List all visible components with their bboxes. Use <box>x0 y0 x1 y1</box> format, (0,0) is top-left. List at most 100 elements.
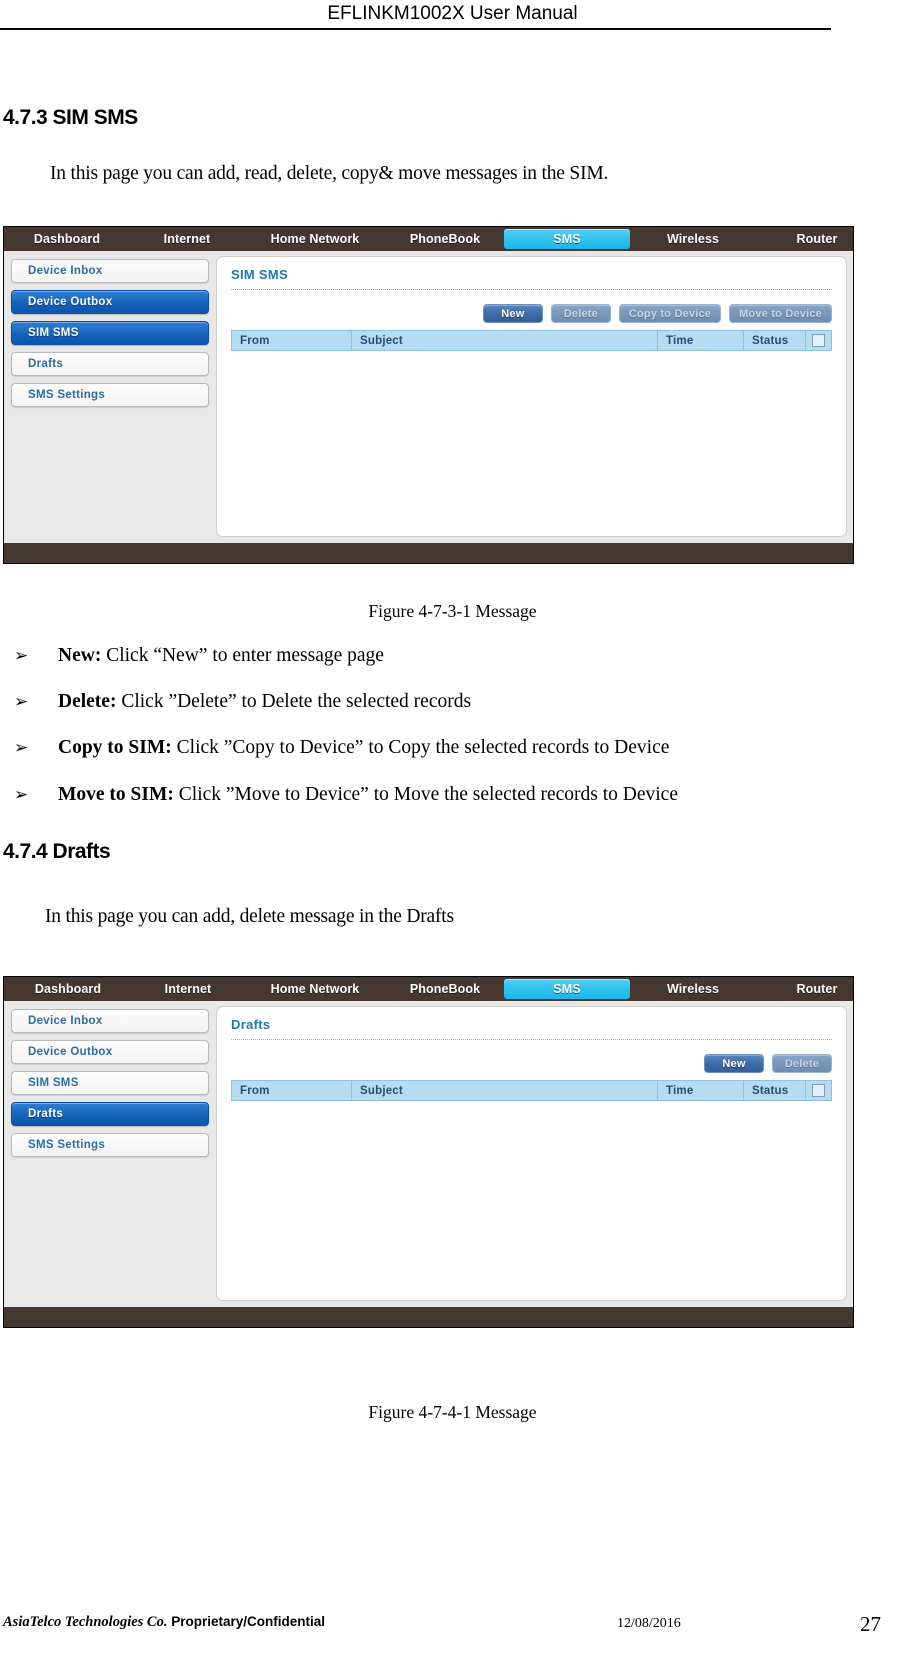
nav-tab-wireless-2[interactable]: Wireless <box>630 977 756 1001</box>
nav-tab-label: PhoneBook <box>409 982 481 996</box>
sidebar-item-device-outbox-1[interactable]: Device Outbox <box>11 290 209 314</box>
footer-company: AsiaTelco Technologies Co. Proprietary/C… <box>3 1614 325 1631</box>
router-body-2: Device Inbox Device Outbox SIM SMS Draft… <box>4 1001 853 1307</box>
nav-tab-label: Router <box>796 982 838 996</box>
button-label: Copy to Device <box>628 307 712 320</box>
footer-company-name: AsiaTelco Technologies Co. <box>3 1614 168 1630</box>
sidebar-item-device-inbox-1[interactable]: Device Inbox <box>11 259 209 283</box>
sidebar-item-sim-sms-1[interactable]: SIM SMS <box>11 321 209 345</box>
nav-tab-router-2[interactable]: Router <box>756 977 853 1001</box>
move-to-device-button-1[interactable]: Move to Device <box>729 304 832 323</box>
nav-tab-home-network-2[interactable]: Home Network <box>244 977 386 1001</box>
panel-title-2: Drafts <box>231 1017 271 1032</box>
sidebar-item-sms-settings-1[interactable]: SMS Settings <box>11 383 209 407</box>
nav-tab-router-1[interactable]: Router <box>756 227 853 251</box>
page-header: EFLINKM1002X User Manual <box>0 0 905 32</box>
column-header-subject-2[interactable]: Subject <box>351 1080 658 1101</box>
button-label: Move to Device <box>739 307 822 320</box>
nav-tab-sms-1[interactable]: SMS <box>504 229 630 249</box>
column-header-select-all-2[interactable] <box>805 1080 832 1101</box>
nav-tab-label: Home Network <box>270 982 360 996</box>
column-header-subject-1[interactable]: Subject <box>351 330 658 351</box>
copy-to-device-button-1[interactable]: Copy to Device <box>618 304 722 323</box>
column-header-time-2[interactable]: Time <box>657 1080 744 1101</box>
column-header-from-1[interactable]: From <box>231 330 352 351</box>
sidebar-item-device-inbox-2[interactable]: Device Inbox <box>11 1009 209 1033</box>
section-intro-473: In this page you can add, read, delete, … <box>50 163 609 184</box>
bullet-text-move-to-sim: Click ”Move to Device” to Move the selec… <box>173 784 678 805</box>
nav-tab-wireless-1[interactable]: Wireless <box>630 227 756 251</box>
sms-content-panel-2: Drafts New Delete From Subject Time Stat… <box>216 1006 847 1301</box>
bullet-arrow-icon: ➢ <box>14 785 29 804</box>
column-header-time-1[interactable]: Time <box>657 330 744 351</box>
screenshot-drafts: Dashboard Internet Home Network PhoneBoo… <box>3 976 854 1328</box>
table-header-row-1: From Subject Time Status <box>231 330 832 351</box>
sidebar-item-label: Device Outbox <box>28 1046 113 1058</box>
figure-caption-474: Figure 4-7-4-1 Message <box>368 1402 537 1422</box>
nav-tab-label: Wireless <box>666 232 720 246</box>
sms-sidebar-2: Device Inbox Device Outbox SIM SMS Draft… <box>4 1001 216 1307</box>
nav-tab-sms-2[interactable]: SMS <box>504 979 630 999</box>
sidebar-item-sim-sms-2[interactable]: SIM SMS <box>11 1071 209 1095</box>
sidebar-item-label: SIM SMS <box>28 327 79 339</box>
sidebar-item-device-outbox-2[interactable]: Device Outbox <box>11 1040 209 1064</box>
nav-tab-internet-2[interactable]: Internet <box>132 977 244 1001</box>
nav-tab-phonebook-1[interactable]: PhoneBook <box>386 227 504 251</box>
button-label: Delete <box>563 307 598 320</box>
nav-tab-label: Dashboard <box>33 232 101 246</box>
delete-button-2[interactable]: Delete <box>772 1054 832 1073</box>
bullet-copy-to-sim: ➢ Copy to SIM: Click ”Copy to Device” to … <box>14 737 894 759</box>
sidebar-item-sms-settings-2[interactable]: SMS Settings <box>11 1133 209 1157</box>
bullet-new: ➢ New: Click “New” to enter message page <box>14 645 894 667</box>
nav-tab-home-network-1[interactable]: Home Network <box>244 227 386 251</box>
new-button-2[interactable]: New <box>704 1054 764 1073</box>
nav-tab-label: Internet <box>163 232 211 246</box>
nav-tab-label: SMS <box>553 232 581 246</box>
message-table-2: From Subject Time Status <box>231 1080 832 1101</box>
bullet-term-new: New: <box>58 645 102 666</box>
sidebar-item-label: Device Outbox <box>28 296 113 308</box>
button-label: Delete <box>784 1057 820 1070</box>
select-all-checkbox-icon-2[interactable] <box>812 1084 825 1097</box>
sidebar-item-label: Drafts <box>28 1108 64 1120</box>
footer-confidentiality: Proprietary/Confidential <box>167 1614 326 1629</box>
nav-tab-label: Dashboard <box>34 982 102 996</box>
nav-tab-dashboard-2[interactable]: Dashboard <box>4 977 132 1001</box>
select-all-checkbox-icon-1[interactable] <box>812 334 825 347</box>
new-button-1[interactable]: New <box>482 304 543 323</box>
footer-page-number: 27 <box>860 1612 881 1636</box>
bullet-delete: ➢ Delete: Click ”Delete” to Delete the se… <box>14 691 894 713</box>
button-label: New <box>501 307 525 320</box>
sidebar-item-label: Drafts <box>28 358 64 370</box>
panel-divider-1 <box>231 289 832 290</box>
nav-tab-phonebook-2[interactable]: PhoneBook <box>386 977 504 1001</box>
section-intro-474: In this page you can add, delete message… <box>45 906 454 927</box>
bullet-arrow-icon: ➢ <box>14 646 29 665</box>
bullet-term-delete: Delete: <box>58 691 117 712</box>
sidebar-item-label: Device Inbox <box>28 1015 103 1027</box>
bullet-text-delete: Click ”Delete” to Delete the selected re… <box>116 691 472 712</box>
column-header-select-all-1[interactable] <box>805 330 832 351</box>
sidebar-item-drafts-1[interactable]: Drafts <box>11 352 209 376</box>
action-button-row-1: New Delete Copy to Device Move to Device <box>231 304 832 323</box>
action-button-row-2: New Delete <box>231 1054 832 1073</box>
bullet-term-copy-to-sim: Copy to SIM: <box>58 737 172 758</box>
router-navbar-2: Dashboard Internet Home Network PhoneBoo… <box>4 977 853 1001</box>
delete-button-1[interactable]: Delete <box>550 304 611 323</box>
column-header-status-2[interactable]: Status <box>743 1080 806 1101</box>
column-header-status-1[interactable]: Status <box>743 330 806 351</box>
nav-tab-dashboard-1[interactable]: Dashboard <box>4 227 130 251</box>
bullet-text-new: Click “New” to enter message page <box>101 645 384 666</box>
sidebar-item-drafts-2[interactable]: Drafts <box>11 1102 209 1126</box>
screenshot-sim-sms: Dashboard Internet Home Network PhoneBoo… <box>3 226 854 564</box>
table-header-row-2: From Subject Time Status <box>231 1080 832 1101</box>
bullet-text-copy-to-sim: Click ”Copy to Device” to Copy the selec… <box>171 737 670 758</box>
router-footer-bar-2 <box>4 1307 853 1327</box>
figure-caption-473: Figure 4-7-3-1 Message <box>368 601 537 621</box>
column-header-from-2[interactable]: From <box>231 1080 352 1101</box>
sidebar-item-label: SMS Settings <box>28 389 106 401</box>
empty-message-list-1 <box>231 351 832 523</box>
nav-tab-internet-1[interactable]: Internet <box>130 227 244 251</box>
panel-title-1: SIM SMS <box>231 267 288 282</box>
sms-content-panel-1: SIM SMS New Delete Copy to Device Move t… <box>216 256 847 537</box>
